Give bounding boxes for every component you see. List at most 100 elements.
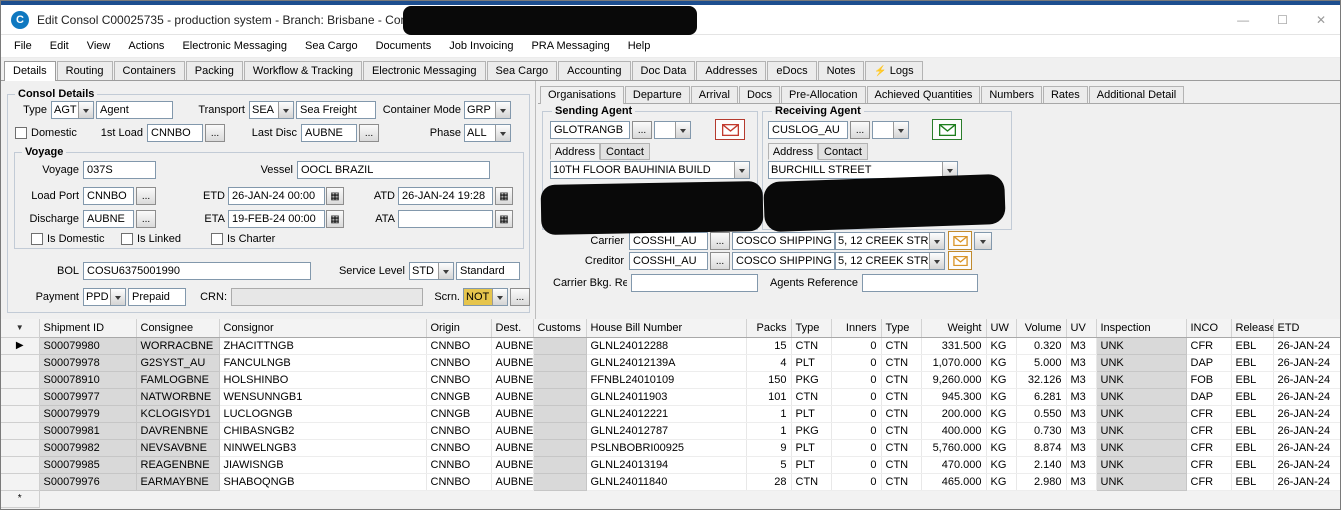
tab-achieved-quantities[interactable]: Achieved Quantities <box>866 86 981 103</box>
scrn-search-button[interactable]: ... <box>510 288 530 306</box>
minimize-button[interactable]: — <box>1237 13 1249 27</box>
column-header-packs[interactable]: Packs <box>746 319 792 338</box>
receiving-agent-address-tab[interactable]: Address <box>768 143 818 160</box>
grid-cell[interactable]: EBL <box>1231 456 1274 474</box>
grid-cell[interactable]: ZHACITTNGB <box>219 337 427 355</box>
payment-combo[interactable]: PPD <box>83 288 126 306</box>
grid-cell[interactable]: 8.874 <box>1016 439 1067 457</box>
grid-cell[interactable]: CNNBO <box>426 422 492 440</box>
grid-cell[interactable]: CFR <box>1186 337 1232 355</box>
grid-cell[interactable]: UNK <box>1096 371 1187 389</box>
grid-cell[interactable]: CTN <box>791 388 832 406</box>
grid-cell[interactable]: REAGENBNE <box>136 456 220 474</box>
grid-cell[interactable]: 1 <box>746 405 792 423</box>
grid-cell[interactable]: 0 <box>831 473 882 491</box>
menu-item-documents[interactable]: Documents <box>367 37 441 55</box>
grid-cell[interactable]: CFR <box>1186 439 1232 457</box>
grid-cell[interactable]: UNK <box>1096 473 1187 491</box>
grid-cell[interactable]: CNNGB <box>426 405 492 423</box>
menu-item-sea-cargo[interactable]: Sea Cargo <box>296 37 367 55</box>
grid-cell[interactable]: M3 <box>1066 456 1097 474</box>
grid-cell[interactable]: CNNGB <box>426 388 492 406</box>
receiving-agent-extra-combo[interactable] <box>872 121 909 139</box>
grid-cell[interactable]: UNK <box>1096 422 1187 440</box>
chevron-down-icon[interactable] <box>278 102 293 118</box>
grid-cell[interactable]: 0 <box>831 388 882 406</box>
grid-cell[interactable]: GLNL24011840 <box>586 473 747 491</box>
grid-cell[interactable]: 101 <box>746 388 792 406</box>
grid-cell[interactable]: S00079981 <box>39 422 137 440</box>
row-selector[interactable] <box>1 354 40 372</box>
grid-cell[interactable]: CNNBO <box>426 337 492 355</box>
grid-cell[interactable]: 2.140 <box>1016 456 1067 474</box>
grid-cell[interactable]: GLNL24012139A <box>586 354 747 372</box>
chevron-down-icon[interactable] <box>929 233 944 249</box>
grid-cell[interactable]: NINWELNGB3 <box>219 439 427 457</box>
tab-doc-data[interactable]: Doc Data <box>631 61 696 80</box>
grid-cell[interactable]: FOB <box>1186 371 1232 389</box>
column-header-etd[interactable]: ETD <box>1273 319 1340 338</box>
grid-cell[interactable] <box>533 473 587 491</box>
scrn-combo[interactable]: NOT <box>463 288 508 306</box>
grid-cell[interactable]: GLNL24011903 <box>586 388 747 406</box>
column-header-shipment-id[interactable]: Shipment ID <box>39 319 137 338</box>
grid-cell[interactable]: PSLNBOBRI00925 <box>586 439 747 457</box>
grid-cell[interactable]: GLNL24012221 <box>586 405 747 423</box>
tab-notes[interactable]: Notes <box>817 61 865 80</box>
grid-cell[interactable]: 0 <box>831 354 882 372</box>
load-port-search-button[interactable]: ... <box>136 187 156 205</box>
grid-cell[interactable]: AUBNE <box>491 337 534 355</box>
sending-agent-extra-combo[interactable] <box>654 121 691 139</box>
grid-cell[interactable]: SHABOQNGB <box>219 473 427 491</box>
column-header-release[interactable]: Release <box>1231 319 1274 338</box>
tab-sea-cargo[interactable]: Sea Cargo <box>486 61 558 80</box>
sending-agent-address-tab[interactable]: Address <box>550 143 600 160</box>
column-header-uw[interactable]: UW <box>986 319 1017 338</box>
grid-cell[interactable]: KG <box>986 422 1017 440</box>
eta-input[interactable]: 19-FEB-24 00:00 <box>228 210 325 228</box>
is-domestic-checkbox[interactable] <box>31 233 43 245</box>
phase-combo[interactable]: ALL <box>464 124 511 142</box>
grid-cell[interactable] <box>533 388 587 406</box>
grid-cell[interactable]: WENSUNNGB1 <box>219 388 427 406</box>
discharge-search-button[interactable]: ... <box>136 210 156 228</box>
chevron-down-icon[interactable] <box>929 253 944 269</box>
grid-cell[interactable]: CFR <box>1186 422 1232 440</box>
grid-cell[interactable]: CTN <box>881 422 922 440</box>
grid-cell[interactable]: CTN <box>881 473 922 491</box>
grid-cell[interactable]: CHIBASNGB2 <box>219 422 427 440</box>
grid-cell[interactable]: NATWORBNE <box>136 388 220 406</box>
grid-cell[interactable]: WORRACBNE <box>136 337 220 355</box>
column-header-type[interactable]: Type <box>881 319 922 338</box>
tab-arrival[interactable]: Arrival <box>690 86 738 103</box>
grid-cell[interactable]: 331.500 <box>921 337 987 355</box>
grid-cell[interactable]: CFR <box>1186 473 1232 491</box>
grid-cell[interactable]: LUCLOGNGB <box>219 405 427 423</box>
carrier-options-combo[interactable] <box>974 232 992 250</box>
grid-cell[interactable]: 200.000 <box>921 405 987 423</box>
grid-cell[interactable]: KG <box>986 456 1017 474</box>
carrier-search-button[interactable]: ... <box>710 232 730 250</box>
menu-item-file[interactable]: File <box>5 37 41 55</box>
grid-cell[interactable]: AUBNE <box>491 405 534 423</box>
grid-cell[interactable]: 0.320 <box>1016 337 1067 355</box>
chevron-down-icon[interactable] <box>495 102 510 118</box>
grid-cell[interactable]: GLNL24013194 <box>586 456 747 474</box>
grid-cell[interactable]: EBL <box>1231 422 1274 440</box>
type-combo[interactable]: AGT <box>51 101 94 119</box>
grid-cell[interactable] <box>533 337 587 355</box>
column-header-consignee[interactable]: Consignee <box>136 319 220 338</box>
grid-cell[interactable]: 26-JAN-24 <box>1273 371 1340 389</box>
atd-calendar-button[interactable]: ▦ <box>495 187 513 205</box>
tab-rates[interactable]: Rates <box>1042 86 1088 103</box>
discharge-input[interactable]: AUBNE <box>83 210 134 228</box>
grid-cell[interactable]: PLT <box>791 439 832 457</box>
last-disc-input[interactable]: AUBNE <box>301 124 357 142</box>
grid-cell[interactable]: CTN <box>881 354 922 372</box>
container-mode-combo[interactable]: GRP <box>464 101 511 119</box>
grid-cell[interactable]: M3 <box>1066 337 1097 355</box>
row-selector[interactable] <box>1 371 40 389</box>
grid-cell[interactable]: S00079980 <box>39 337 137 355</box>
tab-departure[interactable]: Departure <box>624 86 690 103</box>
grid-cell[interactable]: M3 <box>1066 422 1097 440</box>
